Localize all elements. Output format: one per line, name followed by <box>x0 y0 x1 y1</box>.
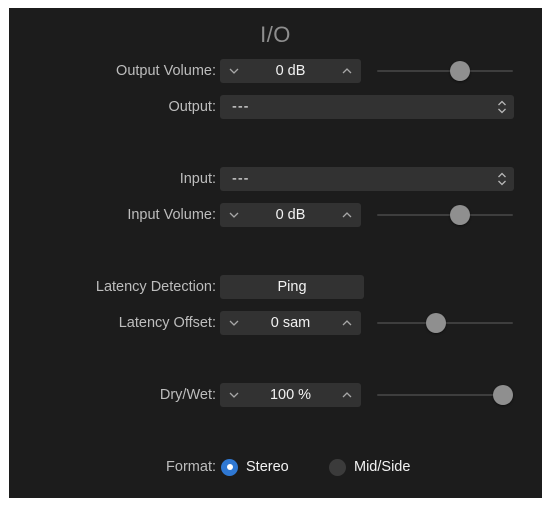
input-select-value: --- <box>232 171 250 187</box>
chevron-down-icon[interactable] <box>224 203 244 227</box>
input-label: Input: <box>179 171 216 187</box>
input-volume-row: Input Volume: 0 dB <box>9 203 542 227</box>
chevron-up-icon[interactable] <box>337 59 357 83</box>
input-volume-stepper[interactable]: 0 dB <box>220 203 361 227</box>
chevron-down-icon[interactable] <box>224 383 244 407</box>
dry-wet-value[interactable]: 100 % <box>244 383 337 407</box>
radio-mid-side[interactable]: Mid/Side <box>329 455 410 479</box>
chevron-up-icon[interactable] <box>337 203 357 227</box>
input-volume-label: Input Volume: <box>127 207 216 223</box>
radio-button-icon[interactable] <box>221 458 238 476</box>
dry-wet-label: Dry/Wet: <box>159 387 216 403</box>
output-volume-row: Output Volume: 0 dB <box>9 59 542 83</box>
latency-detection-row: Latency Detection: Ping <box>9 275 542 299</box>
latency-offset-label: Latency Offset: <box>118 315 216 331</box>
input-volume-slider[interactable] <box>377 203 513 227</box>
latency-offset-row: Latency Offset: 0 sam <box>9 311 542 335</box>
slider-track <box>377 214 513 216</box>
chevron-down-icon[interactable] <box>224 59 244 83</box>
slider-thumb[interactable] <box>493 385 513 405</box>
slider-thumb[interactable] <box>450 61 471 81</box>
output-select-value: --- <box>232 99 250 115</box>
radio-mid-side-label: Mid/Side <box>354 459 411 475</box>
slider-thumb[interactable] <box>425 313 446 333</box>
input-select[interactable]: --- <box>220 167 514 191</box>
output-row: Output: --- <box>9 95 542 119</box>
radio-stereo-label: Stereo <box>246 459 289 475</box>
dry-wet-row: Dry/Wet: 100 % <box>9 383 542 407</box>
updown-chevron-icon <box>498 172 506 186</box>
input-row: Input: --- <box>9 167 542 191</box>
updown-chevron-icon <box>498 100 506 114</box>
io-panel: I/O Output Volume: 0 dB Output: --- Inpu… <box>9 8 542 498</box>
output-label: Output: <box>168 99 216 115</box>
radio-stereo[interactable]: Stereo <box>221 455 289 479</box>
output-volume-value[interactable]: 0 dB <box>244 59 337 83</box>
slider-track <box>377 70 513 72</box>
slider-thumb[interactable] <box>450 205 471 225</box>
output-volume-label: Output Volume: <box>116 63 216 79</box>
chevron-up-icon[interactable] <box>337 311 357 335</box>
chevron-down-icon[interactable] <box>224 311 244 335</box>
ping-button[interactable]: Ping <box>220 275 364 299</box>
latency-offset-value[interactable]: 0 sam <box>244 311 337 335</box>
output-volume-stepper[interactable]: 0 dB <box>220 59 361 83</box>
format-label: Format: <box>166 459 216 475</box>
latency-offset-stepper[interactable]: 0 sam <box>220 311 361 335</box>
dry-wet-slider[interactable] <box>377 383 513 407</box>
latency-offset-slider[interactable] <box>377 311 513 335</box>
format-row: Format: Stereo Mid/Side <box>9 455 542 479</box>
latency-detection-label: Latency Detection: <box>95 279 216 295</box>
output-volume-slider[interactable] <box>377 59 513 83</box>
radio-button-icon[interactable] <box>329 458 346 476</box>
input-volume-value[interactable]: 0 dB <box>244 203 337 227</box>
dry-wet-stepper[interactable]: 100 % <box>220 383 361 407</box>
panel-title: I/O <box>260 22 291 47</box>
chevron-up-icon[interactable] <box>337 383 357 407</box>
output-select[interactable]: --- <box>220 95 514 119</box>
